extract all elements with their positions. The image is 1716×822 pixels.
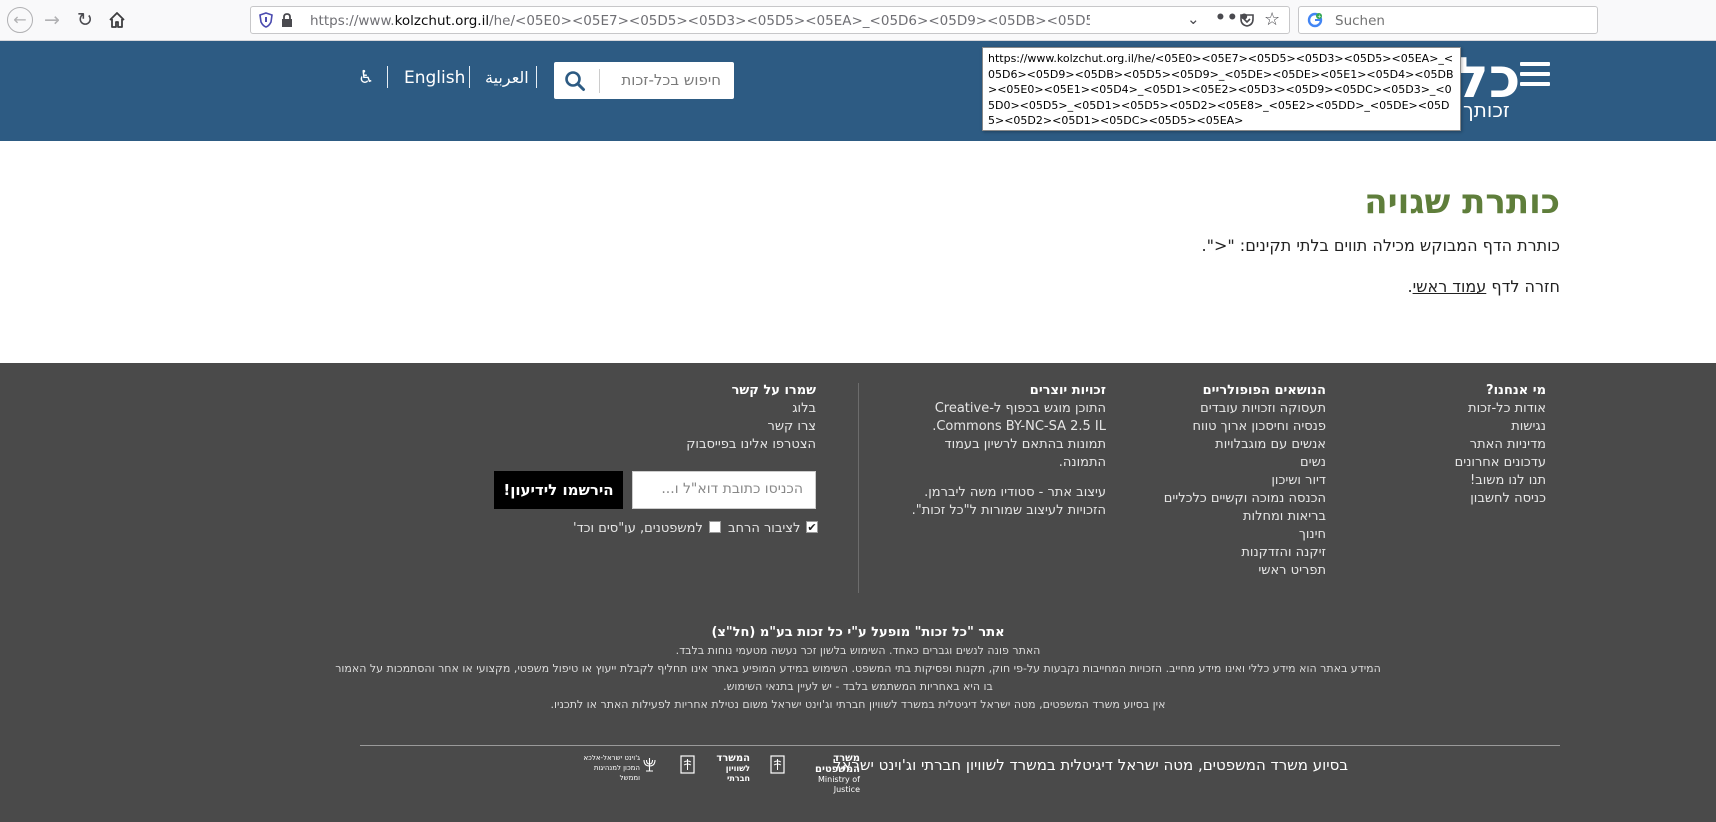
emblem-icon [680, 755, 695, 774]
site-search-box[interactable]: חיפוש בכל-זכות [554, 62, 734, 99]
footer-popular: הנושאים הפופולריים תעסוקה וזכויות עובדים… [1126, 382, 1326, 580]
license-text: התמונה. [1058, 455, 1106, 470]
browser-search-bar[interactable]: + Suchen [1298, 6, 1598, 34]
design-credit: הזכויות לעיצוב שמורות ל"כל זכות". [911, 503, 1106, 518]
footer-rights-heading: זכויות יוצרים [1029, 383, 1106, 398]
joint-israel-logo[interactable]: ג'וינט ישראל-אלכא המכון למנהיגות וממשל [572, 753, 660, 782]
legal-line: המידע באתר הוא מידע כללי ואינו מידע מחיי… [335, 662, 1381, 675]
error-message: כותרת הדף המבוקש מכילה תווים בלתי תקינים… [1201, 236, 1561, 255]
main-page-link[interactable]: עמוד ראשי [1413, 277, 1487, 296]
footer-link[interactable]: חינוך [1126, 526, 1326, 544]
footer-link[interactable]: זיקנה והזדקנות [1126, 544, 1326, 562]
license-text: התוכן מוגש בכפוף ל-Creative [934, 401, 1106, 416]
divider [536, 66, 537, 88]
footer-rule [360, 745, 1560, 746]
legal-line: אין בסיוע משרד המשפטים, מטה ישראל דיגיטל… [550, 698, 1166, 711]
checkbox-label: למשפטנים, עו"סים וכד' [573, 521, 703, 536]
divider [387, 66, 388, 88]
footer-link[interactable]: נגישות [1406, 418, 1546, 436]
site-search-input[interactable]: חיפוש בכל-זכות [621, 71, 721, 89]
public-checkbox[interactable]: לציבור הרחב [728, 519, 819, 538]
footer-link[interactable]: עדכונים אחרונים [1406, 454, 1546, 472]
footer-contact: שמרו על קשר בלוג צרו קשר הצטרפו אלינו בפ… [616, 382, 816, 454]
logo-text: ג'וינט ישראל-אלכא [583, 754, 640, 762]
footer-link[interactable]: תפריט ראשי [1126, 562, 1326, 580]
emblem-icon [770, 755, 785, 774]
footer-link[interactable]: הכנסה נמוכה וקשיים כלכליים [1126, 490, 1326, 508]
accessibility-icon[interactable]: ♿ [358, 67, 374, 89]
search-placeholder: Suchen [1335, 13, 1385, 29]
footer-about-heading: מי אנחנו? [1486, 383, 1546, 398]
search-icon[interactable] [564, 70, 586, 92]
menorah-icon [642, 755, 657, 774]
footer-link[interactable]: נשים [1126, 454, 1326, 472]
logo-text: לשוויון חברתי [725, 764, 750, 783]
footer-about: מי אנחנו? אודות כל-זכות נגישות מדיניות ה… [1406, 382, 1546, 508]
support-text: בסיוע משרד המשפטים, מטה ישראל דיגיטלית ב… [832, 756, 1348, 774]
footer-link[interactable]: בריאות ומחלות [1126, 508, 1326, 526]
footer-link[interactable]: הצטרפו אלינו בפייסבוק [616, 436, 816, 454]
license-text: תמונות בהתאם לרשיון בעמוד [944, 437, 1106, 452]
footer-link[interactable]: אנשים עם מוגבלויות [1126, 436, 1326, 454]
footer-link[interactable]: אודות כל-זכות [1406, 400, 1546, 418]
shield-icon[interactable] [258, 12, 274, 29]
back-prefix: חזרה לדף [1486, 277, 1560, 296]
google-icon: + [1307, 12, 1323, 28]
footer-link[interactable]: צרו קשר [616, 418, 817, 436]
url-text[interactable]: https://www.kolzchut.org.il/he/<05E0><05… [310, 12, 1090, 30]
newsletter-email-input[interactable]: הכניסו כתובת דוא"ל ו... [632, 471, 816, 509]
footer-link[interactable]: תנו לנו משוב! [1406, 472, 1546, 490]
justice-ministry-logo[interactable]: משרד המשפטים Ministry of Justice [770, 753, 860, 794]
footer-link[interactable]: בלוג [616, 400, 816, 418]
pocket-icon[interactable] [1239, 12, 1255, 28]
chevron-down-icon[interactable]: ⌄ [1187, 10, 1200, 28]
forward-arrow-icon[interactable]: → [39, 7, 65, 33]
divider [469, 66, 470, 88]
reload-icon[interactable]: ↻ [72, 7, 98, 33]
legal-line: בו היא באחריות המשתמש בלבד - יש לעיין בת… [723, 680, 993, 693]
url-bar[interactable]: https://www.kolzchut.org.il/he/<05E0><05… [250, 6, 1290, 34]
newsletter-subscribe-button[interactable]: הירשמו לידיעון! [494, 471, 623, 509]
design-credit[interactable]: עיצוב אתר - סטודיו משה ליברמן. [906, 484, 1106, 502]
home-icon[interactable] [104, 7, 130, 33]
checkbox-label: לציבור הרחב [728, 521, 801, 536]
page-title: כותרת שגויה [1364, 182, 1560, 222]
star-icon[interactable]: ☆ [1264, 9, 1280, 30]
url-tooltip: https://www.kolzchut.org.il/he/<05E0><05… [982, 47, 1461, 131]
legal-title: אתר "כל זכות" מופעל ע"י כל זכות בע"מ (חל… [711, 625, 1005, 640]
legal-checkbox[interactable]: למשפטנים, עו"סים וכד' [573, 520, 721, 538]
lock-icon[interactable] [280, 12, 294, 29]
logo-text: המשרד [716, 753, 750, 764]
footer-link[interactable]: תעסוקה וזכויות עובדים [1126, 400, 1326, 418]
site-logo-subtitle[interactable]: זכותך [1463, 98, 1510, 122]
browser-toolbar: ← → ↻ https://www.kolzchut.org.il/he/<05… [0, 0, 1716, 41]
logo-text: משרד המשפטים [815, 753, 860, 775]
footer: מי אנחנו? אודות כל-זכות נגישות מדיניות ה… [0, 363, 1716, 822]
checkbox-checked[interactable] [806, 519, 819, 537]
license-text[interactable]: Commons BY-NC-SA 2.5 IL. [906, 418, 1106, 436]
logo-text: Ministry of Justice [818, 775, 860, 794]
legal-line: האתר פונה לנשים וגברים כאחד. השימוש בלשו… [675, 644, 1041, 657]
back-to-home: חזרה לדף עמוד ראשי. [1407, 276, 1560, 298]
footer-link[interactable]: דיור ושיכון [1126, 472, 1326, 490]
footer-divider [858, 383, 859, 593]
hamburger-menu-icon[interactable] [1520, 62, 1550, 88]
logo-text: המכון למנהיגות וממשל [593, 764, 640, 782]
lang-english-link[interactable]: English [404, 67, 465, 89]
equality-ministry-logo[interactable]: המשרד לשוויון חברתי [680, 753, 750, 783]
footer-contact-heading: שמרו על קשר [731, 383, 816, 398]
footer-popular-heading: הנושאים הפופולריים [1202, 383, 1326, 398]
footer-rights: זכויות יוצרים התוכן מוגש בכפוף ל-Creativ… [906, 382, 1106, 520]
footer-link[interactable]: פנסיה וחיסכון ארוך טווח [1126, 418, 1326, 436]
checkbox-unchecked[interactable] [708, 521, 721, 533]
back-arrow-icon[interactable]: ← [7, 7, 33, 33]
footer-link[interactable]: מדיניות האתר [1406, 436, 1546, 454]
legal-notice: אתר "כל זכות" מופעל ע"י כל זכות בע"מ (חל… [0, 624, 1716, 714]
divider [599, 69, 600, 93]
svg-text:+: + [1317, 14, 1321, 20]
footer-link[interactable]: כניסה לחשבון [1406, 490, 1546, 508]
lang-arabic-link[interactable]: العربية [485, 67, 529, 89]
